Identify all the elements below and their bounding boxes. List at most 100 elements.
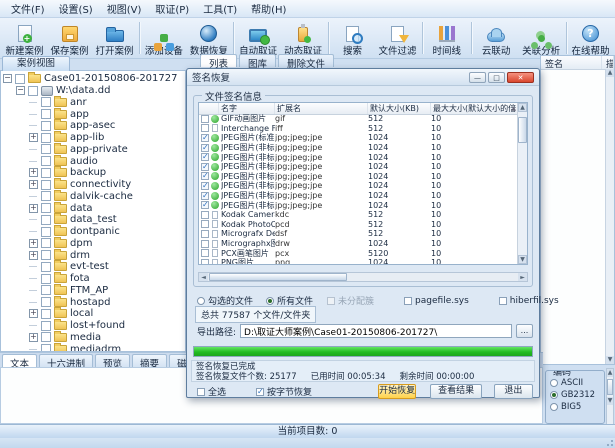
tree-checkbox[interactable] (41, 332, 51, 342)
menu-item[interactable]: 帮助(H) (244, 0, 293, 17)
tree-item-connectivity[interactable]: connectivity (1, 179, 185, 191)
encoding-option-ascii[interactable]: ASCII (550, 377, 601, 389)
signature-table-row[interactable]: JPEG图片(非标准)jpg;jpeg;jpe102410 (199, 200, 518, 210)
row-checkbox[interactable] (201, 249, 209, 257)
tree-checkbox[interactable] (41, 144, 51, 154)
maximize-button[interactable]: □ (488, 72, 505, 83)
scroll-left-icon[interactable]: ◄ (199, 273, 208, 281)
tree-item-dontpanic[interactable]: dontpanic (1, 226, 185, 238)
tree-checkbox[interactable] (41, 274, 51, 284)
row-checkbox[interactable] (201, 259, 209, 264)
select-all-checkbox[interactable]: 全选 (197, 385, 226, 398)
scrollbar-thumb[interactable] (607, 379, 613, 395)
scroll-right-icon[interactable]: ► (518, 273, 527, 281)
tree-checkbox[interactable] (41, 321, 51, 331)
view-results-button[interactable]: 查看结果 (430, 384, 482, 399)
tree-checkbox[interactable] (41, 109, 51, 119)
menu-item[interactable]: 取证(P) (148, 0, 196, 17)
signature-list-scrollbar[interactable]: ▲ ▼ (605, 69, 614, 364)
toolbar-button-relation-analysis[interactable]: 关联分析 (519, 19, 564, 57)
filter-unallocated[interactable]: 未分配簇 (327, 294, 374, 307)
tree-checkbox[interactable] (41, 309, 51, 319)
expander-icon[interactable] (29, 180, 38, 189)
column-header-1[interactable]: 名字 (219, 103, 275, 114)
filter-hiberfil[interactable]: hiberfil.sys (499, 296, 559, 306)
toolbar-button-open-case[interactable]: 打开案例 (92, 19, 137, 57)
table-vertical-scrollbar[interactable]: ▲ ▼ (517, 103, 527, 264)
byte-recover-checkbox[interactable]: 按字节恢复 (256, 385, 312, 398)
dialog-title-bar[interactable]: 签名恢复 —□✕ (187, 69, 539, 86)
tree-item-hostapd[interactable]: hostapd (1, 296, 185, 308)
toolbar-button-file-filter[interactable]: 文件过滤 (375, 19, 420, 57)
tree-item-app[interactable]: app (1, 108, 185, 120)
tree-item-evt-test[interactable]: evt-test (1, 261, 185, 273)
tree-checkbox[interactable] (41, 250, 51, 260)
encoding-option-gb2312[interactable]: GB2312 (550, 389, 601, 401)
scroll-down-icon[interactable]: ▼ (518, 255, 527, 264)
tree-item-lost+found[interactable]: lost+found (1, 320, 185, 332)
toolbar-button-auto-forensics[interactable]: 自动取证 (236, 19, 281, 57)
menu-item[interactable]: 文件(F) (4, 0, 52, 17)
bottom-tab-hex[interactable]: 十六进制 (39, 354, 93, 367)
tree-item-dalvik-cache[interactable]: dalvik-cache (1, 191, 185, 203)
scroll-down-icon[interactable]: ▼ (606, 356, 614, 364)
tree-item-mediadrm[interactable]: mediadrm (1, 343, 185, 352)
tree-item-audio[interactable]: audio (1, 155, 185, 167)
toolbar-button-new-case[interactable]: 新建案例 (2, 19, 47, 57)
menu-item[interactable]: 设置(S) (52, 0, 100, 17)
tree-item-disk-image[interactable]: W:\data.dd (1, 85, 185, 97)
tree-checkbox[interactable] (41, 168, 51, 178)
tree-checkbox[interactable] (28, 86, 38, 96)
signature-table-row[interactable]: Kodak PhotoCDpcd51210 (199, 220, 518, 230)
row-checkbox[interactable] (201, 134, 209, 142)
scroll-up-icon[interactable]: ▲ (607, 369, 613, 377)
tree-item-data[interactable]: data (1, 202, 185, 214)
tree-item-fota[interactable]: fota (1, 273, 185, 285)
expander-icon[interactable] (29, 239, 38, 248)
row-checkbox[interactable] (201, 182, 209, 190)
table-horizontal-scrollbar[interactable]: ◄ ► (198, 272, 528, 282)
column-header-description[interactable]: 描述 (602, 56, 614, 69)
toolbar-button-timeline[interactable]: 时间线 (424, 19, 469, 57)
expander-icon[interactable] (29, 251, 38, 260)
minimize-button[interactable]: — (469, 72, 486, 83)
row-checkbox[interactable] (201, 163, 209, 171)
expander-icon[interactable] (3, 74, 12, 83)
row-checkbox[interactable] (201, 115, 209, 123)
column-header-3[interactable]: 默认大小(KB) (368, 103, 431, 114)
tree-item-case-root[interactable]: Case01-20150806-201727 (1, 73, 185, 85)
tree-item-data_test[interactable]: data_test (1, 214, 185, 226)
tree-checkbox[interactable] (41, 133, 51, 143)
row-checkbox[interactable] (201, 153, 209, 161)
encoding-scrollbar[interactable]: ▲ ▼ (606, 368, 614, 425)
view-tab-deleted-files[interactable]: 删除文件 (278, 54, 334, 67)
row-checkbox[interactable] (201, 172, 209, 180)
tree-item-drm[interactable]: drm (1, 249, 185, 261)
tree-checkbox[interactable] (41, 238, 51, 248)
expander-icon[interactable] (29, 168, 38, 177)
column-header-signature[interactable]: 签名 (541, 56, 602, 69)
toolbar-button-data-recovery[interactable]: 数据恢复 (186, 19, 231, 57)
signature-table-row[interactable]: PNG图片png102410 (199, 258, 518, 264)
tree-checkbox[interactable] (41, 97, 51, 107)
row-checkbox[interactable] (201, 124, 209, 132)
tree-checkbox[interactable] (41, 156, 51, 166)
signature-table-row[interactable]: Kodak Camera DCDkdc51210 (199, 210, 518, 220)
tree-checkbox[interactable] (15, 74, 25, 84)
tree-item-backup[interactable]: backup (1, 167, 185, 179)
start-recovery-button[interactable]: 开始恢复 (378, 384, 416, 399)
bottom-tab-text[interactable]: 文本 (2, 354, 37, 367)
tree-checkbox[interactable] (41, 121, 51, 131)
tree-checkbox[interactable] (41, 344, 51, 352)
tree-checkbox[interactable] (41, 180, 51, 190)
filter-pagefile[interactable]: pagefile.sys (404, 296, 469, 306)
bottom-tab-summary[interactable]: 摘要 (132, 354, 167, 367)
close-button[interactable]: ✕ (507, 72, 534, 83)
row-checkbox[interactable] (201, 220, 209, 228)
row-checkbox[interactable] (201, 192, 209, 200)
tree-checkbox[interactable] (41, 203, 51, 213)
tree-item-anr[interactable]: anr (1, 97, 185, 109)
column-header-4[interactable]: 最大大小(默认大小的倍 (431, 103, 518, 114)
browse-button[interactable]: ... (516, 324, 533, 338)
expander-icon[interactable] (29, 309, 38, 318)
